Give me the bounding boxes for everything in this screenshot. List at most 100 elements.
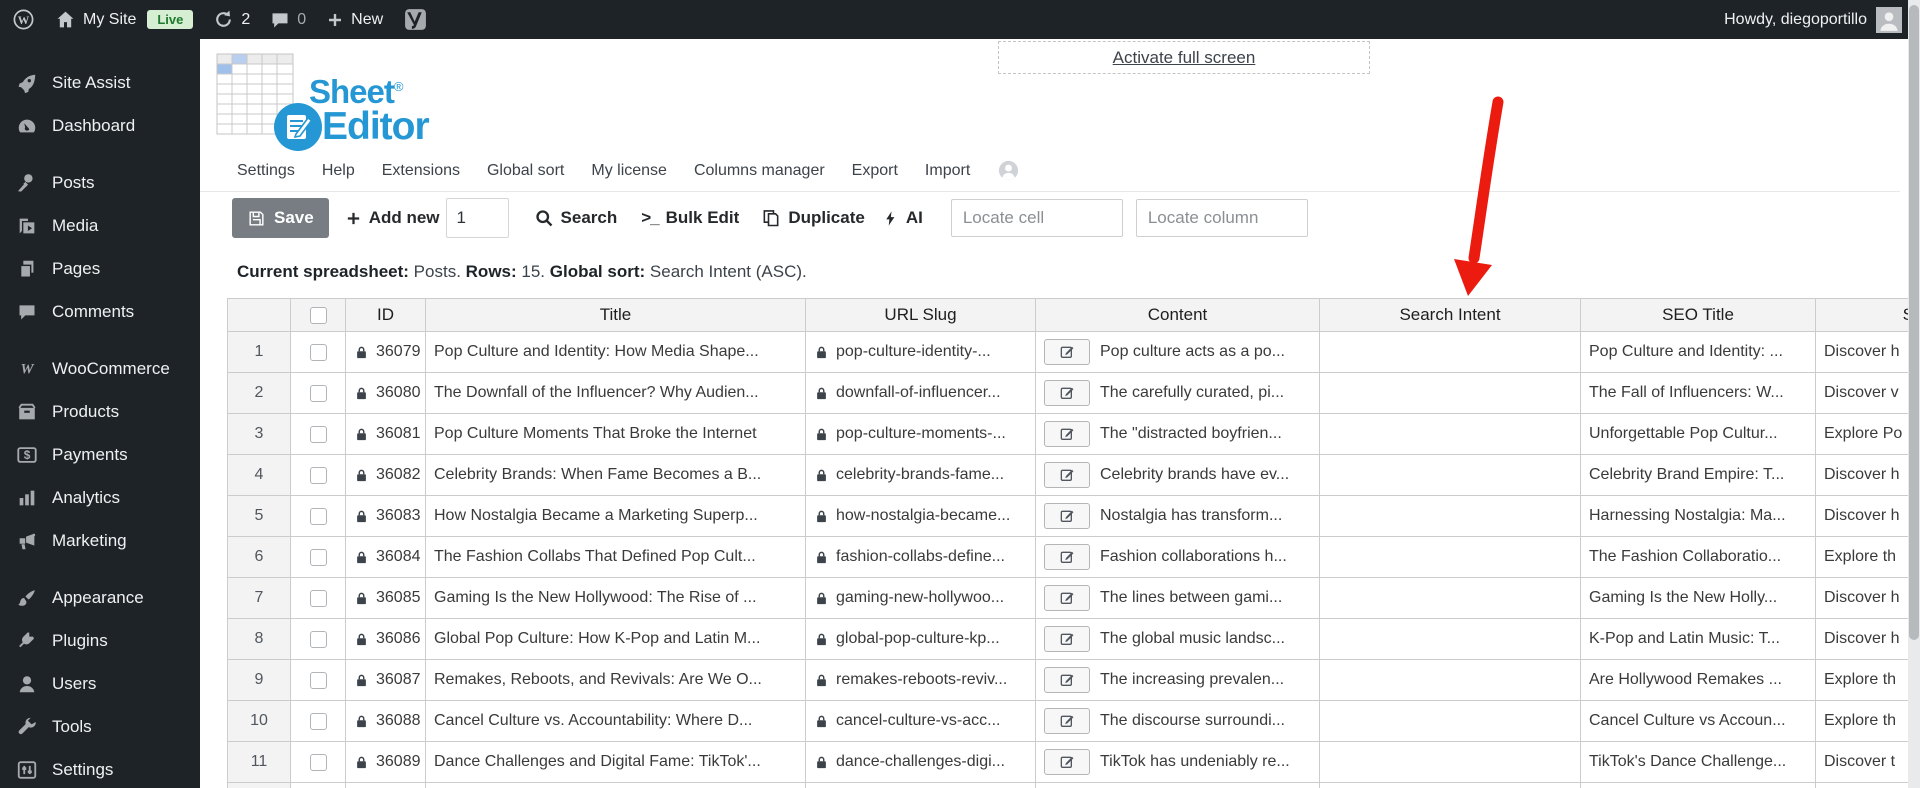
cell-id[interactable]: 36080 (346, 373, 426, 414)
user-avatar[interactable] (1876, 6, 1902, 33)
sidebar-item-dashboard[interactable]: Dashboard (0, 104, 200, 147)
row-number-cell[interactable]: 4 (228, 455, 291, 496)
cell-content[interactable]: The discourse surroundi... (1036, 701, 1320, 742)
open-editor-button[interactable] (1044, 503, 1090, 529)
cell-url-slug[interactable]: how-nostalgia-became... (806, 496, 1036, 537)
select-all-checkbox[interactable] (309, 306, 327, 324)
sidebar-item-marketing[interactable]: Marketing (0, 519, 200, 562)
cell-seo-title[interactable]: Are Hollywood Remakes ... (1581, 660, 1816, 701)
save-button[interactable]: Save (232, 198, 329, 238)
cell-search-intent[interactable] (1320, 455, 1581, 496)
cell-content[interactable] (1036, 783, 1320, 788)
open-editor-button[interactable] (1044, 667, 1090, 693)
row-checkbox[interactable] (309, 425, 327, 443)
cell-content[interactable]: TikTok has undeniably re... (1036, 742, 1320, 783)
sidebar-item-tools[interactable]: Tools (0, 705, 200, 748)
add-count-input[interactable] (445, 198, 509, 238)
cell-seo-title[interactable]: K-Pop and Latin Music: T... (1581, 619, 1816, 660)
cell-search-intent[interactable] (1320, 701, 1581, 742)
cell-seo-title[interactable]: Pop Culture and Identity: ... (1581, 332, 1816, 373)
my-site-link[interactable]: My Site Live (55, 9, 194, 30)
column-header-seo-description[interactable]: SEO Description (1816, 299, 1920, 332)
yoast-seo-button[interactable] (403, 7, 428, 32)
open-editor-button[interactable] (1044, 339, 1090, 365)
row-number-cell[interactable]: 5 (228, 496, 291, 537)
cell-url-slug[interactable]: cancel-culture-vs-acc... (806, 701, 1036, 742)
open-editor-button[interactable] (1044, 462, 1090, 488)
cell-url-slug[interactable] (806, 783, 1036, 788)
menu-item-extensions[interactable]: Extensions (382, 162, 460, 180)
cell-title[interactable]: How Nostalgia Became a Marketing Superp.… (426, 496, 806, 537)
open-editor-button[interactable] (1044, 544, 1090, 570)
sidebar-item-comments[interactable]: Comments (0, 290, 200, 333)
row-checkbox[interactable] (309, 589, 327, 607)
column-header-seo-title[interactable]: SEO Title (1581, 299, 1816, 332)
row-number-cell[interactable]: 10 (228, 701, 291, 742)
sidebar-item-posts[interactable]: Posts (0, 161, 200, 204)
cell-search-intent[interactable] (1320, 332, 1581, 373)
row-number-cell[interactable]: 9 (228, 660, 291, 701)
row-checkbox[interactable] (309, 343, 327, 361)
cell-id[interactable]: 36086 (346, 619, 426, 660)
sidebar-item-products[interactable]: Products (0, 390, 200, 433)
cell-seo-description[interactable]: Discover v (1816, 373, 1920, 414)
updates-link[interactable]: 2 (213, 9, 250, 30)
open-editor-button[interactable] (1044, 421, 1090, 447)
menu-item-my-license[interactable]: My license (591, 162, 667, 180)
cell-url-slug[interactable]: pop-culture-moments-... (806, 414, 1036, 455)
cell-id[interactable]: 36088 (346, 701, 426, 742)
cell-id[interactable]: 36089 (346, 742, 426, 783)
activate-fullscreen-link[interactable]: Activate full screen (1113, 48, 1256, 68)
menu-item-global-sort[interactable]: Global sort (487, 162, 564, 180)
row-checkbox[interactable] (309, 630, 327, 648)
cell-title[interactable]: Celebrity Brands: When Fame Becomes a B.… (426, 455, 806, 496)
cell-seo-description[interactable]: Discover h (1816, 455, 1920, 496)
cell-seo-title[interactable]: Unforgettable Pop Cultur... (1581, 414, 1816, 455)
cell-id[interactable]: 36087 (346, 660, 426, 701)
row-checkbox[interactable] (309, 548, 327, 566)
cell-id[interactable]: 36081 (346, 414, 426, 455)
cell-content[interactable]: The global music landsc... (1036, 619, 1320, 660)
add-new-button[interactable]: Add new (345, 208, 440, 228)
cell-seo-description[interactable]: Explore Po (1816, 414, 1920, 455)
cell-title[interactable]: The Fashion Collabs That Defined Pop Cul… (426, 537, 806, 578)
ai-button[interactable]: AI (882, 208, 923, 228)
row-checkbox[interactable] (309, 712, 327, 730)
scrollbar-thumb[interactable] (1909, 5, 1919, 640)
cell-title[interactable]: Dance Challenges and Digital Fame: TikTo… (426, 742, 806, 783)
cell-url-slug[interactable]: global-pop-culture-kp... (806, 619, 1036, 660)
cell-title[interactable]: Gaming Is the New Hollywood: The Rise of… (426, 578, 806, 619)
row-checkbox[interactable] (309, 753, 327, 771)
sidebar-item-media[interactable]: Media (0, 204, 200, 247)
cell-content[interactable]: The carefully curated, pi... (1036, 373, 1320, 414)
row-number-cell[interactable] (228, 783, 291, 788)
cell-content[interactable]: The increasing prevalen... (1036, 660, 1320, 701)
duplicate-button[interactable]: Duplicate (761, 208, 865, 228)
cell-search-intent[interactable] (1320, 537, 1581, 578)
cell-id[interactable]: 36083 (346, 496, 426, 537)
cell-url-slug[interactable]: fashion-collabs-define... (806, 537, 1036, 578)
cell-id[interactable]: 36082 (346, 455, 426, 496)
column-header-id[interactable]: ID (346, 299, 426, 332)
row-number-cell[interactable]: 11 (228, 742, 291, 783)
cell-content[interactable]: Pop culture acts as a po... (1036, 332, 1320, 373)
row-checkbox[interactable] (309, 507, 327, 525)
cell-search-intent[interactable] (1320, 496, 1581, 537)
howdy-account-link[interactable]: Howdy, diegoportillo (1724, 11, 1867, 29)
cell-search-intent[interactable] (1320, 619, 1581, 660)
cell-content[interactable]: The "distracted boyfrien... (1036, 414, 1320, 455)
cell-title[interactable]: Pop Culture and Identity: How Media Shap… (426, 332, 806, 373)
comments-link[interactable]: 0 (270, 10, 306, 30)
cell-url-slug[interactable]: remakes-reboots-reviv... (806, 660, 1036, 701)
row-number-cell[interactable]: 6 (228, 537, 291, 578)
row-number-cell[interactable]: 3 (228, 414, 291, 455)
cell-id[interactable] (346, 783, 426, 788)
cell-search-intent[interactable] (1320, 742, 1581, 783)
wordpress-logo-button[interactable]: W (12, 8, 35, 31)
locate-cell-input[interactable] (950, 199, 1123, 237)
cell-seo-description[interactable]: Discover h (1816, 619, 1920, 660)
cell-title[interactable]: Global Pop Culture: How K-Pop and Latin … (426, 619, 806, 660)
new-content-link[interactable]: New (326, 11, 383, 29)
cell-url-slug[interactable]: pop-culture-identity-... (806, 332, 1036, 373)
search-button[interactable]: Search (534, 208, 617, 228)
